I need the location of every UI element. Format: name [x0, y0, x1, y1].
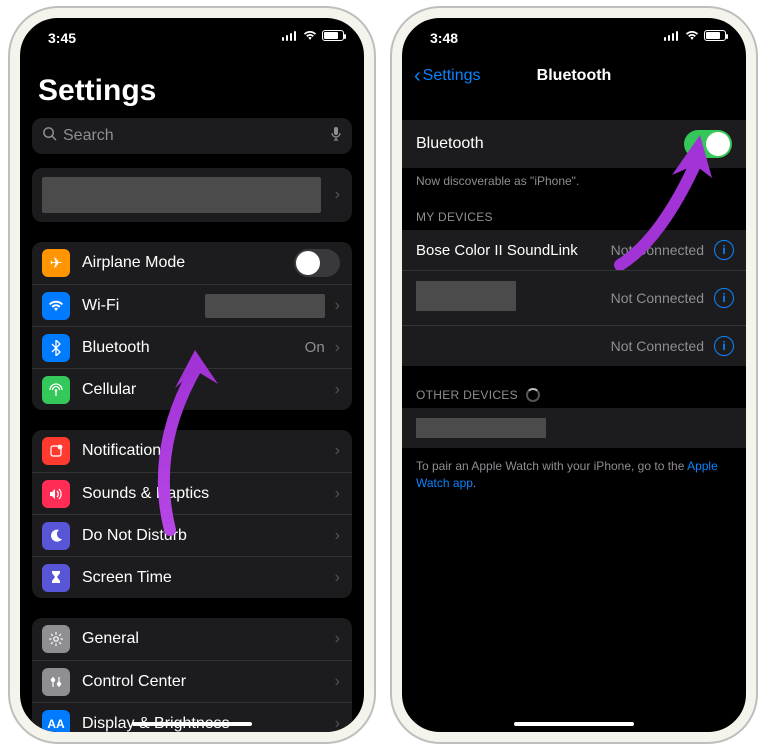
- row-do-not-disturb[interactable]: Do Not Disturb ›: [32, 514, 352, 556]
- other-device-redacted: [416, 418, 546, 438]
- wifi-icon: [303, 30, 317, 41]
- bluetooth-toggle-row: Bluetooth: [402, 120, 746, 168]
- page-title: Settings: [20, 56, 364, 118]
- chevron-right-icon: ›: [335, 715, 340, 733]
- search-icon: [42, 126, 57, 146]
- info-icon[interactable]: i: [714, 336, 734, 356]
- my-devices-list: Bose Color II SoundLink Not Connected i …: [402, 230, 746, 366]
- battery-icon: [704, 30, 726, 41]
- row-general[interactable]: General ›: [32, 618, 352, 660]
- chevron-right-icon: ›: [335, 297, 340, 315]
- settings-group-alerts: Notifications › Sounds & Haptics › Do No…: [32, 430, 352, 598]
- chevron-right-icon: ›: [335, 339, 340, 357]
- bluetooth-toggle-label: Bluetooth: [416, 135, 484, 153]
- nav-title: Bluetooth: [537, 67, 612, 85]
- wifi-name-redacted: [205, 294, 325, 318]
- chevron-right-icon: ›: [335, 630, 340, 648]
- gear-icon: [42, 625, 70, 653]
- control-center-icon: [42, 668, 70, 696]
- row-control-center[interactable]: Control Center ›: [32, 660, 352, 702]
- chevron-right-icon: ›: [335, 186, 340, 204]
- notch: [107, 18, 277, 44]
- home-indicator[interactable]: [514, 722, 634, 726]
- sounds-icon: [42, 480, 70, 508]
- settings-group-connectivity: ✈ Airplane Mode Wi-Fi › Bluetooth: [32, 242, 352, 410]
- phone-left: 3:45 Settings Search ›: [10, 8, 374, 742]
- chevron-right-icon: ›: [335, 569, 340, 587]
- phone-right: 3:48 ‹ Settings Bluetooth Bluetooth N: [392, 8, 756, 742]
- bluetooth-toggle[interactable]: [684, 130, 732, 158]
- signal-icon: [282, 31, 298, 41]
- status-time: 3:48: [430, 30, 458, 46]
- hourglass-icon: [42, 564, 70, 592]
- chevron-right-icon: ›: [335, 527, 340, 545]
- signal-icon: [664, 31, 680, 41]
- row-wifi[interactable]: Wi-Fi ›: [32, 284, 352, 326]
- mic-icon[interactable]: [330, 126, 342, 147]
- notch: [489, 18, 659, 44]
- notifications-icon: [42, 437, 70, 465]
- chevron-right-icon: ›: [335, 442, 340, 460]
- row-airplane-mode[interactable]: ✈ Airplane Mode: [32, 242, 352, 284]
- row-screen-time[interactable]: Screen Time ›: [32, 556, 352, 598]
- spinner-icon: [526, 388, 540, 402]
- row-sounds[interactable]: Sounds & Haptics ›: [32, 472, 352, 514]
- airplane-toggle[interactable]: [294, 249, 340, 277]
- apple-id-row[interactable]: ›: [32, 168, 352, 222]
- pair-apple-watch-note: To pair an Apple Watch with your iPhone,…: [402, 448, 746, 492]
- airplane-icon: ✈: [42, 249, 70, 277]
- other-devices-list: [402, 408, 746, 448]
- display-icon: AA: [42, 710, 70, 738]
- apple-id-redacted: [42, 177, 321, 213]
- moon-icon: [42, 522, 70, 550]
- device-row[interactable]: Not Connected i: [402, 325, 746, 366]
- cellular-icon: [42, 376, 70, 404]
- wifi-icon: [42, 292, 70, 320]
- home-indicator[interactable]: [132, 722, 252, 726]
- discoverable-text: Now discoverable as "iPhone".: [402, 168, 746, 188]
- chevron-right-icon: ›: [335, 381, 340, 399]
- device-name-redacted: [416, 281, 516, 311]
- back-button[interactable]: ‹ Settings: [414, 67, 480, 85]
- bluetooth-icon: [42, 334, 70, 362]
- search-placeholder: Search: [63, 127, 114, 145]
- status-time: 3:45: [48, 30, 76, 46]
- row-bluetooth[interactable]: Bluetooth On ›: [32, 326, 352, 368]
- chevron-right-icon: ›: [335, 485, 340, 503]
- wifi-icon: [685, 30, 699, 41]
- info-icon[interactable]: i: [714, 288, 734, 308]
- battery-icon: [322, 30, 344, 41]
- row-cellular[interactable]: Cellular ›: [32, 368, 352, 410]
- info-icon[interactable]: i: [714, 240, 734, 260]
- chevron-right-icon: ›: [335, 673, 340, 691]
- chevron-left-icon: ‹: [414, 68, 421, 84]
- device-row[interactable]: Bose Color II SoundLink Not Connected i: [402, 230, 746, 270]
- my-devices-header: MY DEVICES: [402, 188, 746, 230]
- row-notifications[interactable]: Notifications ›: [32, 430, 352, 472]
- device-row[interactable]: Not Connected i: [402, 270, 746, 325]
- other-devices-header: OTHER DEVICES: [402, 366, 746, 408]
- search-input[interactable]: Search: [32, 118, 352, 154]
- nav-bar: ‹ Settings Bluetooth: [402, 56, 746, 96]
